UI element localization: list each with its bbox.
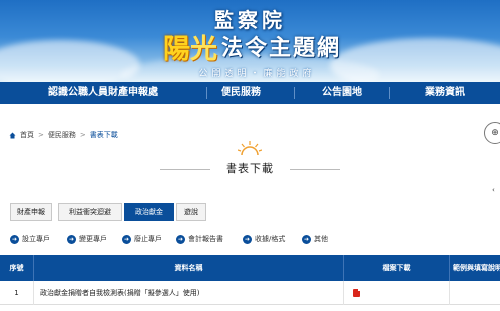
breadcrumb: 首頁 > 便民服務 > 書表下載 bbox=[9, 130, 118, 140]
table-header: 序號 資料名稱 檔案下載 範例與填寫說明 bbox=[0, 255, 500, 281]
nav-divider bbox=[294, 87, 295, 99]
row-sample-cell bbox=[450, 281, 500, 305]
nav-item-business-info[interactable]: 業務資訊 bbox=[425, 82, 465, 104]
filter-label: 會計報告書 bbox=[188, 235, 223, 243]
brand-guang-char: 光 bbox=[190, 34, 217, 65]
arrow-right-icon: ➜ bbox=[243, 234, 252, 244]
nav-item-services[interactable]: 便民服務 bbox=[221, 82, 261, 104]
filter-open-account[interactable]: ➜ 設立專戶 bbox=[10, 232, 50, 246]
breadcrumb-section[interactable]: 便民服務 bbox=[48, 130, 76, 140]
table-row: 1 政治獻金捐贈者自我檢測表(捐贈「擬參選人」使用) bbox=[0, 281, 500, 305]
arrow-right-icon: ➜ bbox=[67, 234, 76, 244]
filter-receipt-format[interactable]: ➜ 收據/格式 bbox=[243, 232, 285, 246]
arrow-right-icon: ➜ bbox=[176, 234, 185, 244]
subcategory-filters: ➜ 設立專戶 ➜ 變更專戶 ➜ 廢止專戶 ➜ 會計報告書 ➜ 收據/格式 ➜ 其他 bbox=[0, 232, 500, 246]
arrow-right-icon: ➜ bbox=[302, 234, 311, 244]
filter-label: 設立專戶 bbox=[22, 235, 50, 243]
arrow-right-icon: ➜ bbox=[10, 234, 19, 244]
tab-conflict-of-interest[interactable]: 利益衝突迴避 bbox=[58, 203, 122, 221]
column-header-sample: 範例與填寫說明 bbox=[450, 255, 500, 281]
arrow-right-icon: ➜ bbox=[122, 234, 131, 244]
side-toggle-icon[interactable]: ‹ bbox=[492, 186, 495, 194]
breadcrumb-current: 書表下載 bbox=[89, 131, 118, 139]
filter-label: 變更專戶 bbox=[79, 235, 107, 243]
filter-other[interactable]: ➜ 其他 bbox=[302, 232, 328, 246]
page-title: 書表下載 bbox=[210, 159, 290, 179]
breadcrumb-separator: > bbox=[38, 131, 44, 139]
tab-political-donations[interactable]: 政治獻金 bbox=[124, 203, 174, 221]
nav-item-announcements[interactable]: 公告園地 bbox=[322, 82, 362, 104]
filter-label: 收據/格式 bbox=[255, 235, 286, 243]
filter-label: 廢止專戶 bbox=[134, 235, 162, 243]
home-icon bbox=[9, 132, 16, 139]
share-button[interactable]: ⊕ bbox=[484, 122, 500, 144]
column-header-name: 資料名稱 bbox=[34, 255, 344, 281]
row-index: 1 bbox=[0, 281, 34, 305]
column-header-index: 序號 bbox=[0, 255, 34, 281]
nav-item-property-declaration[interactable]: 認識公職人員財產申報處 bbox=[48, 82, 158, 104]
brand-title: 法令主題網 bbox=[221, 35, 342, 61]
pdf-download-icon[interactable] bbox=[353, 289, 360, 297]
filter-label: 其他 bbox=[314, 235, 328, 243]
site-tagline: 公開透明・廉能政府 bbox=[198, 69, 316, 79]
banner-cloud bbox=[0, 40, 140, 82]
page-title-block: 書表下載 bbox=[160, 140, 340, 180]
filter-accounting-report[interactable]: ➜ 會計報告書 bbox=[176, 232, 223, 246]
filter-close-account[interactable]: ➜ 廢止專戶 bbox=[122, 232, 162, 246]
tab-lobbying[interactable]: 遊說 bbox=[176, 203, 206, 221]
filter-change-account[interactable]: ➜ 變更專戶 bbox=[67, 232, 107, 246]
column-header-download: 檔案下載 bbox=[344, 255, 450, 281]
breadcrumb-home[interactable]: 首頁 bbox=[20, 130, 34, 140]
main-nav: 認識公職人員財產申報處 便民服務 公告園地 業務資訊 bbox=[0, 82, 500, 104]
tab-property-declaration[interactable]: 財產申報 bbox=[10, 203, 52, 221]
site-banner: 監察院 陽光 法令主題網 公開透明・廉能政府 bbox=[0, 0, 500, 82]
brand-sun-char: 陽 bbox=[163, 34, 190, 65]
nav-divider bbox=[389, 87, 390, 99]
site-logo[interactable]: 陽光 法令主題網 bbox=[163, 27, 341, 67]
sun-icon bbox=[238, 141, 262, 156]
breadcrumb-separator: > bbox=[79, 131, 86, 139]
row-name-link[interactable]: 政治獻金捐贈者自我檢測表(捐贈「擬參選人」使用) bbox=[34, 281, 344, 305]
nav-divider bbox=[206, 87, 207, 99]
